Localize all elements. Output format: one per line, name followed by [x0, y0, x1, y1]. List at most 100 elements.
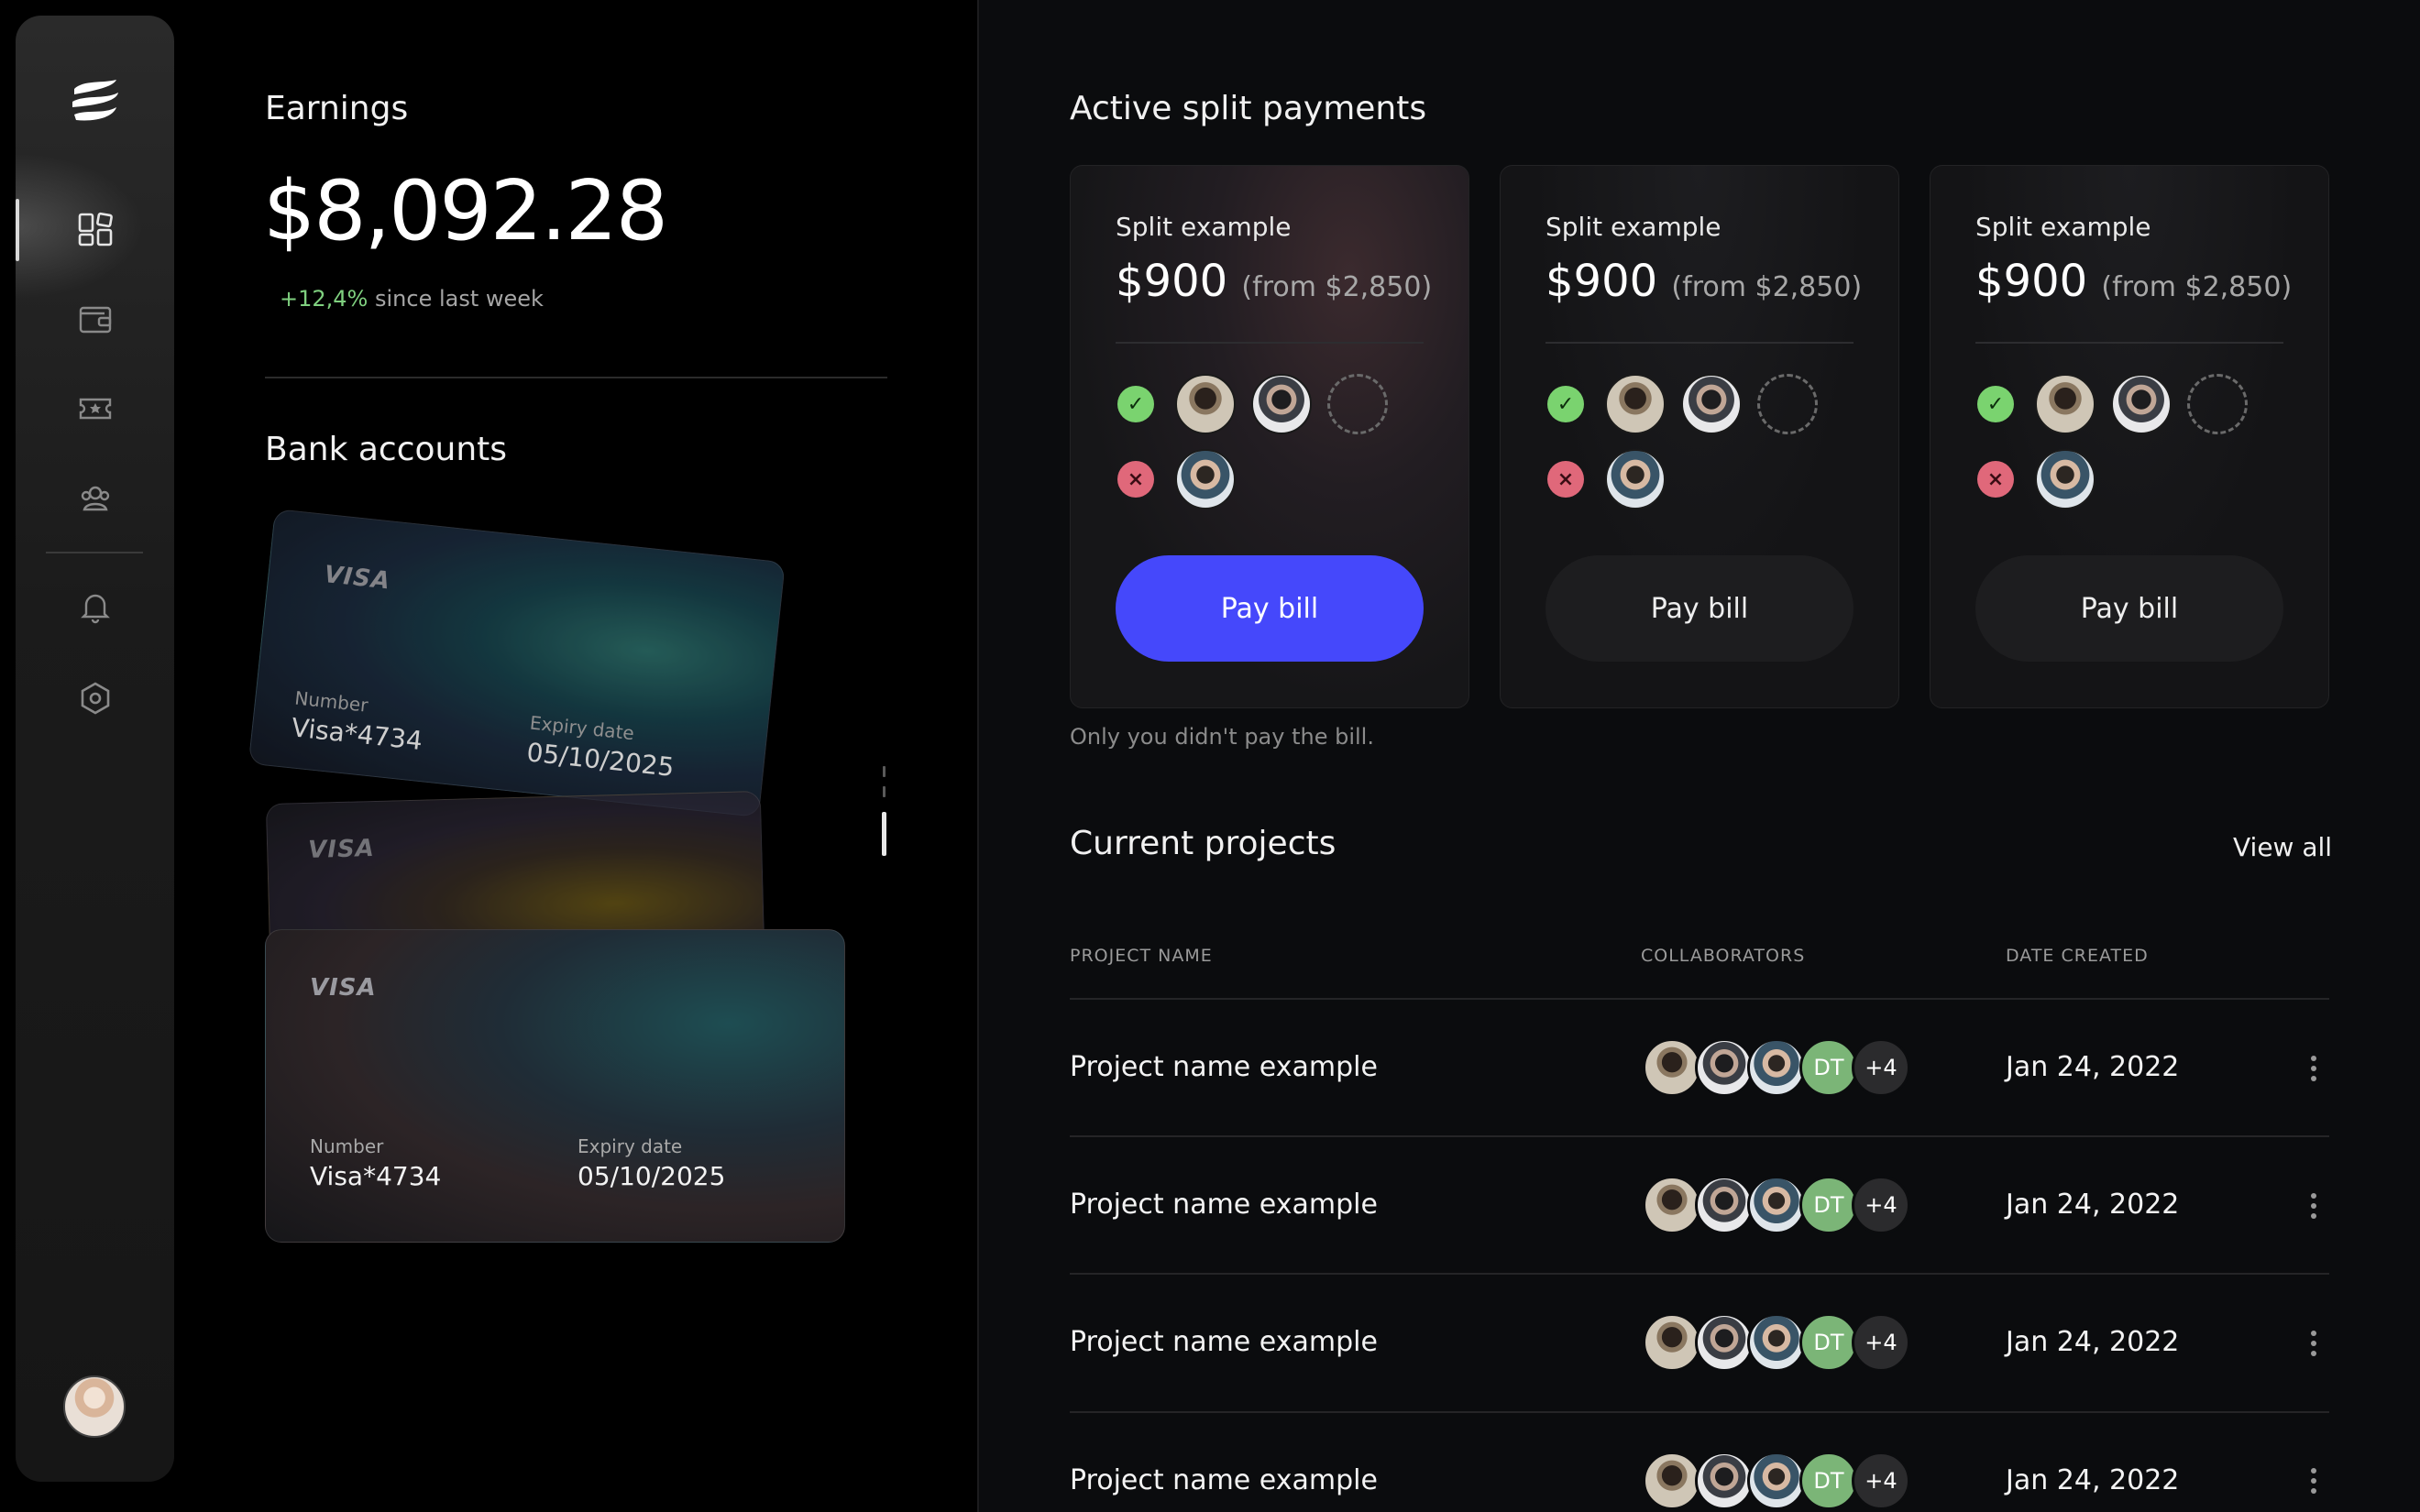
collaborators-stack[interactable]: DT +4	[1643, 1176, 1918, 1234]
collaborator-avatar	[1643, 1038, 1701, 1097]
projects-title: Current projects	[1070, 825, 1336, 862]
collaborator-avatar	[1747, 1313, 1806, 1372]
users-icon[interactable]	[67, 470, 124, 527]
collaborator-initials: DT	[1799, 1313, 1858, 1372]
split-total: (from $2,850)	[2101, 271, 2293, 303]
split-divider	[1546, 342, 1854, 344]
collaborators-more-count: +4	[1852, 1452, 1910, 1510]
collaborators-more-count: +4	[1852, 1176, 1910, 1234]
participant-avatar	[1175, 374, 1236, 434]
participant-avatar	[2035, 449, 2096, 509]
project-date: Jan 24, 2022	[2006, 1464, 2180, 1496]
collaborator-initials: DT	[1799, 1452, 1858, 1510]
row-divider	[1070, 1411, 2329, 1413]
split-payments-title: Active split payments	[1070, 90, 1427, 127]
collaborator-avatar	[1695, 1176, 1754, 1234]
split-label: Split example	[1546, 212, 1722, 242]
collaborator-avatar	[1643, 1452, 1701, 1510]
unpaid-x-icon: ×	[1117, 461, 1154, 498]
dashboard-icon[interactable]	[67, 201, 124, 257]
bell-icon[interactable]	[67, 578, 124, 635]
table-header-divider	[1070, 998, 2329, 1000]
card-expiry: 05/10/2025	[578, 1161, 726, 1191]
participant-avatar	[2035, 374, 2096, 434]
collaborator-avatar	[1747, 1038, 1806, 1097]
split-amount-value: $900	[1975, 256, 2088, 307]
visa-logo: VISA	[310, 974, 377, 1002]
bank-card[interactable]: VISA Number Visa*4734 Expiry date 05/10/…	[248, 509, 786, 818]
bank-card[interactable]: VISA Number Visa*4734 Expiry date 05/10/…	[265, 929, 845, 1243]
carousel-scroll-step	[883, 766, 886, 777]
card-number: Visa*4734	[310, 1161, 442, 1191]
view-all-link[interactable]: View all	[2233, 832, 2332, 862]
split-card: Split example $900 (from $2,850) ✓ × Pay…	[1070, 165, 1469, 708]
more-options-icon[interactable]	[2303, 1050, 2325, 1087]
empty-participant-slot	[2187, 374, 2248, 434]
split-divider	[1975, 342, 2283, 344]
split-label: Split example	[1116, 212, 1292, 242]
card-expiry-label: Expiry date	[578, 1135, 683, 1157]
earnings-change-value: +12,4%	[280, 286, 368, 312]
split-amount-value: $900	[1116, 256, 1228, 307]
collaborators-stack[interactable]: DT +4	[1643, 1038, 1918, 1097]
unpaid-x-icon: ×	[1977, 461, 2014, 498]
wallet-icon[interactable]	[67, 290, 124, 347]
column-header-date-created: DATE CREATED	[2006, 946, 2149, 966]
bank-accounts-title: Bank accounts	[265, 431, 508, 468]
row-divider	[1070, 1135, 2329, 1137]
empty-participant-slot	[1757, 374, 1818, 434]
earnings-amount: $8,092.28	[263, 163, 668, 259]
pay-bill-button[interactable]: Pay bill	[1975, 555, 2283, 662]
collaborator-avatar	[1695, 1038, 1754, 1097]
project-name[interactable]: Project name example	[1070, 1051, 1378, 1083]
collaborator-initials: DT	[1799, 1176, 1858, 1234]
split-label: Split example	[1975, 212, 2151, 242]
participant-avatar	[1681, 374, 1742, 434]
carousel-scroll-thumb[interactable]	[882, 812, 886, 856]
more-options-icon[interactable]	[2303, 1325, 2325, 1362]
more-options-icon[interactable]	[2303, 1463, 2325, 1499]
split-total: (from $2,850)	[1241, 271, 1433, 303]
collaborators-stack[interactable]: DT +4	[1643, 1452, 1918, 1510]
collaborator-avatar	[1695, 1313, 1754, 1372]
participant-avatar	[2111, 374, 2172, 434]
earnings-change: +12,4% since last week	[280, 286, 544, 312]
project-date: Jan 24, 2022	[2006, 1051, 2180, 1083]
pay-bill-button[interactable]: Pay bill	[1116, 555, 1424, 662]
settings-icon[interactable]	[67, 670, 124, 727]
project-name[interactable]: Project name example	[1070, 1326, 1378, 1358]
split-divider	[1116, 342, 1424, 344]
earnings-title: Earnings	[265, 90, 409, 127]
collaborator-initials: DT	[1799, 1038, 1858, 1097]
visa-logo: VISA	[323, 561, 392, 596]
active-nav-indicator	[16, 199, 19, 261]
empty-participant-slot	[1327, 374, 1388, 434]
carousel-scroll-step	[883, 786, 886, 797]
split-amount: $900 (from $2,850)	[1546, 256, 1862, 307]
collaborators-stack[interactable]: DT +4	[1643, 1313, 1918, 1372]
sidebar	[16, 16, 174, 1482]
participant-avatar	[1605, 449, 1666, 509]
participant-avatar	[1251, 374, 1312, 434]
pay-bill-button[interactable]: Pay bill	[1546, 555, 1854, 662]
more-options-icon[interactable]	[2303, 1188, 2325, 1224]
card-expiry: 05/10/2025	[525, 737, 676, 783]
split-total: (from $2,850)	[1671, 271, 1863, 303]
row-divider	[1070, 1273, 2329, 1275]
nav-divider	[46, 552, 143, 553]
visa-logo: VISA	[307, 835, 376, 864]
brand-logo-icon[interactable]	[67, 72, 124, 129]
project-name[interactable]: Project name example	[1070, 1189, 1378, 1221]
ticket-icon[interactable]	[67, 380, 124, 437]
participant-avatar	[1175, 449, 1236, 509]
project-date: Jan 24, 2022	[2006, 1189, 2180, 1221]
user-avatar[interactable]	[63, 1375, 126, 1438]
split-amount-value: $900	[1546, 256, 1658, 307]
card-number: Visa*4734	[290, 712, 424, 757]
collaborator-avatar	[1747, 1452, 1806, 1510]
project-name[interactable]: Project name example	[1070, 1464, 1378, 1496]
collaborator-avatar	[1695, 1452, 1754, 1510]
column-header-collaborators: COLLABORATORS	[1641, 946, 1806, 966]
earnings-divider	[265, 377, 887, 378]
paid-check-icon: ✓	[1977, 386, 2014, 422]
